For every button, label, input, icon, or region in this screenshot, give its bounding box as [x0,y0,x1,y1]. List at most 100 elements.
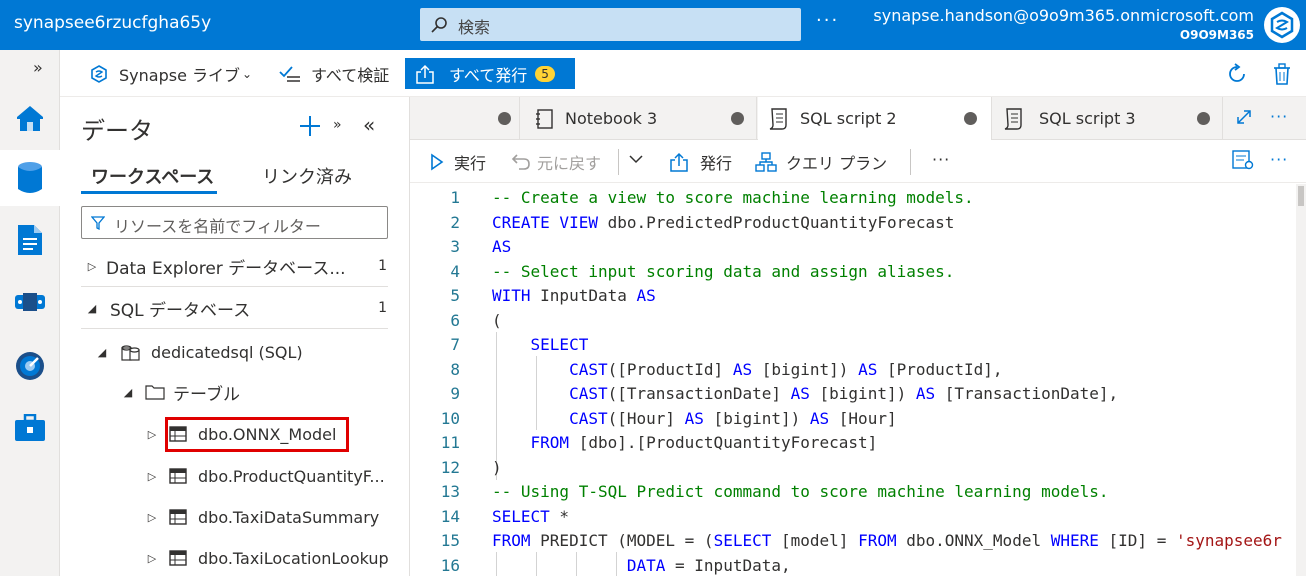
collapse-panel-button[interactable]: « [363,113,375,137]
editor-scrollbar[interactable] [1296,184,1306,576]
synapse-live-button[interactable]: Synapse ライブ ⌄ [90,60,252,88]
caret-down-icon: ◢ [87,301,97,315]
scrollbar-thumb[interactable] [1298,186,1304,206]
expand-icon [1237,110,1251,124]
properties-button[interactable] [1232,150,1254,170]
expand-all-button[interactable]: » [333,117,342,133]
publish-count-badge: 5 [535,65,555,82]
tab-linked[interactable]: リンク済み [262,163,352,189]
synapse-live-label: Synapse ライブ [119,66,240,85]
resource-filter-input[interactable]: リソースを名前でフィルター [81,206,388,239]
monitor-icon [16,352,44,380]
tree-section-sql-database[interactable]: ◢ SQL データベース 1 [61,297,409,321]
search-icon [430,16,448,34]
double-chevron-down-icon: » [333,117,342,133]
rail-data[interactable] [0,150,60,206]
section-label: SQL データベース [110,300,251,321]
unsaved-dot-icon [498,112,511,125]
undo-icon [511,154,530,170]
tab-sql-script-2[interactable]: SQL script 2 [758,97,992,140]
tree-item-tables-folder[interactable]: ◢ テーブル [61,381,409,405]
add-resource-button[interactable] [299,115,321,137]
section-label: Data Explorer データベース... [106,258,346,279]
search-box[interactable]: 検索 [420,8,801,41]
query-plan-icon [755,152,777,172]
toolbar-more-button[interactable]: ··· [932,150,950,169]
line-number: 8 [450,360,460,379]
refresh-icon [1229,63,1245,82]
workspace-name[interactable]: synapsee6rzucfgha65y [14,13,211,33]
validate-icon [279,66,300,82]
editor-tab-bar: Notebook 3 SQL script 2 SQL script 3 ··· [410,97,1306,140]
upload-icon [670,152,688,172]
caret-down-icon: ◢ [123,385,133,399]
code-line: AS [492,237,512,256]
chevron-down-icon: ⌄ [242,67,253,81]
section-count: 1 [378,300,387,316]
rail-integrate[interactable] [0,274,60,330]
rail-monitor[interactable] [0,338,60,394]
rail-develop[interactable] [0,212,60,268]
expand-rail-button[interactable]: » [33,58,43,77]
run-button[interactable]: 実行 [430,150,486,174]
table-icon [169,509,187,525]
top-bar: synapsee6rzucfgha65y 検索 ··· synapse.hand… [0,0,1306,50]
active-tab-indicator [81,191,217,194]
publish-all-button[interactable]: すべて発行 5 [405,58,575,89]
validate-all-label: すべて検証 [311,66,390,85]
code-line: ) [492,458,502,477]
rail-home[interactable] [0,90,60,146]
chevron-down-icon [629,155,643,164]
tab-label: SQL script 3 [1039,109,1136,128]
code-line: DATA = InputData, [626,556,791,575]
caret-down-icon: ◢ [97,345,107,359]
refresh-button[interactable] [1226,60,1248,88]
tab-sql-script-3[interactable]: SQL script 3 [993,97,1223,140]
code-editor[interactable]: 1 -- Create a view to score machine lear… [410,184,1296,576]
filter-placeholder: リソースを名前でフィルター [114,217,321,236]
search-placeholder: 検索 [458,18,491,37]
line-number: 3 [450,237,460,256]
tree-item-table[interactable]: ▷ dbo.ProductQuantityF... [61,465,409,487]
maximize-button[interactable] [1236,109,1252,125]
synapse-icon [91,65,107,83]
line-number: 1 [450,188,460,207]
table-label: dbo.TaxiDataSummary [198,507,380,527]
undo-dropdown-button[interactable] [628,150,644,168]
publish-button[interactable]: 発行 [668,150,732,174]
code-line: CREATE VIEW dbo.PredictedProductQuantity… [492,213,955,232]
tab-notebook-3[interactable]: Notebook 3 [521,97,757,140]
trash-icon [1274,63,1290,85]
tab-workspace[interactable]: ワークスペース [91,163,214,189]
tree-item-table[interactable]: ▷ dbo.TaxiDataSummary [61,506,409,528]
editor-toolbar: 実行 元に戻す 発行 クエリ プラン ··· ··· [410,141,1306,183]
discard-button[interactable] [1272,60,1292,88]
caret-right-icon: ▷ [147,427,157,441]
tree-section-data-explorer[interactable]: ▷ Data Explorer データベース... 1 [61,255,409,279]
tab-hidden[interactable] [410,97,520,140]
code-line: -- Select input scoring data and assign … [492,262,955,281]
toolbar-overflow-button[interactable]: ··· [1270,150,1288,169]
tree-item-database[interactable]: ◢ dedicatedsql (SQL) [61,341,409,363]
line-number: 6 [450,311,460,330]
tree-item-table[interactable]: ▷ dbo.TaxiLocationLookup [61,547,409,569]
database-label: dedicatedsql (SQL) [151,342,303,362]
validate-all-button[interactable]: すべて検証 [279,60,389,88]
table-icon [169,550,187,566]
publish-all-label: すべて発行 [449,65,528,85]
code-line: -- Using T-SQL Predict command to score … [492,482,1109,501]
avatar[interactable] [1264,7,1300,43]
rail-manage[interactable] [0,400,60,456]
user-email[interactable]: synapse.handson@o9o9m365.onmicrosoft.com [873,6,1254,25]
caret-right-icon: ▷ [147,510,157,524]
line-number: 4 [450,262,460,281]
undo-button[interactable]: 元に戻す [511,150,601,174]
double-chevron-left-icon: « [363,113,376,137]
line-number: 2 [450,213,460,232]
query-plan-button[interactable]: クエリ プラン [755,150,887,174]
properties-icon [1232,150,1254,170]
divider [81,328,388,329]
code-line: ( [492,311,502,330]
more-options-button[interactable]: ··· [816,10,839,31]
tabs-more-button[interactable]: ··· [1270,107,1288,126]
